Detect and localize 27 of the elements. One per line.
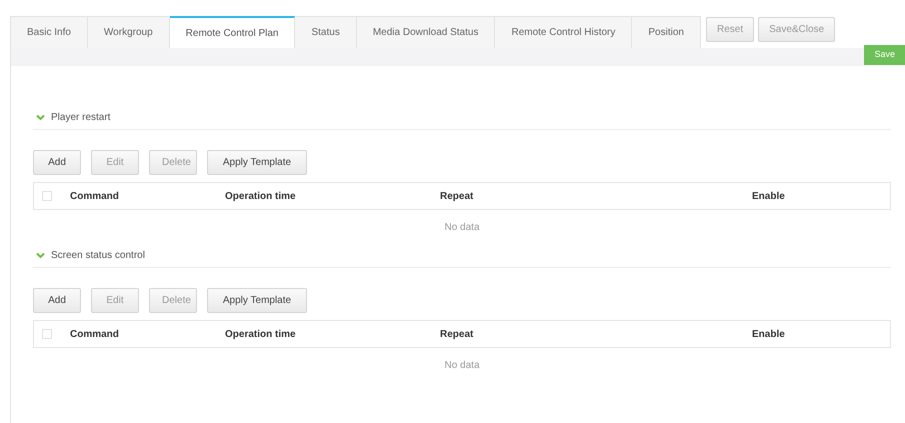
tab[interactable]: Status xyxy=(295,16,357,48)
section-title: Screen status control xyxy=(51,249,145,263)
column-header: Repeat xyxy=(440,190,474,202)
section-title: Player restart xyxy=(51,111,110,125)
select-all-checkbox[interactable] xyxy=(42,329,52,339)
column-header: Command xyxy=(70,328,119,340)
empty-message: No data xyxy=(444,220,480,234)
chevron-icon[interactable] xyxy=(36,252,45,259)
action-button[interactable]: Add xyxy=(33,150,81,175)
tab[interactable]: Basic Info xyxy=(10,16,88,48)
tab[interactable]: Remote Control History xyxy=(495,16,632,48)
empty-message: No data xyxy=(444,358,480,372)
column-header: Operation time xyxy=(225,328,296,340)
column-header: Operation time xyxy=(225,190,296,202)
tab[interactable]: Media Download Status xyxy=(356,16,496,48)
column-header: Enable xyxy=(752,190,785,202)
tab[interactable]: Position xyxy=(632,16,701,48)
column-header: Enable xyxy=(752,328,785,340)
action-button[interactable]: Add xyxy=(33,288,81,313)
chevron-icon[interactable] xyxy=(36,114,45,121)
action-button[interactable]: Apply Template xyxy=(207,288,307,313)
select-all-checkbox[interactable] xyxy=(42,191,52,201)
column-header: Command xyxy=(70,190,119,202)
action-button[interactable]: Apply Template xyxy=(207,150,307,175)
tab[interactable]: Remote Control Plan xyxy=(170,16,296,48)
tab[interactable]: Workgroup xyxy=(88,16,170,48)
column-header: Repeat xyxy=(440,328,474,340)
